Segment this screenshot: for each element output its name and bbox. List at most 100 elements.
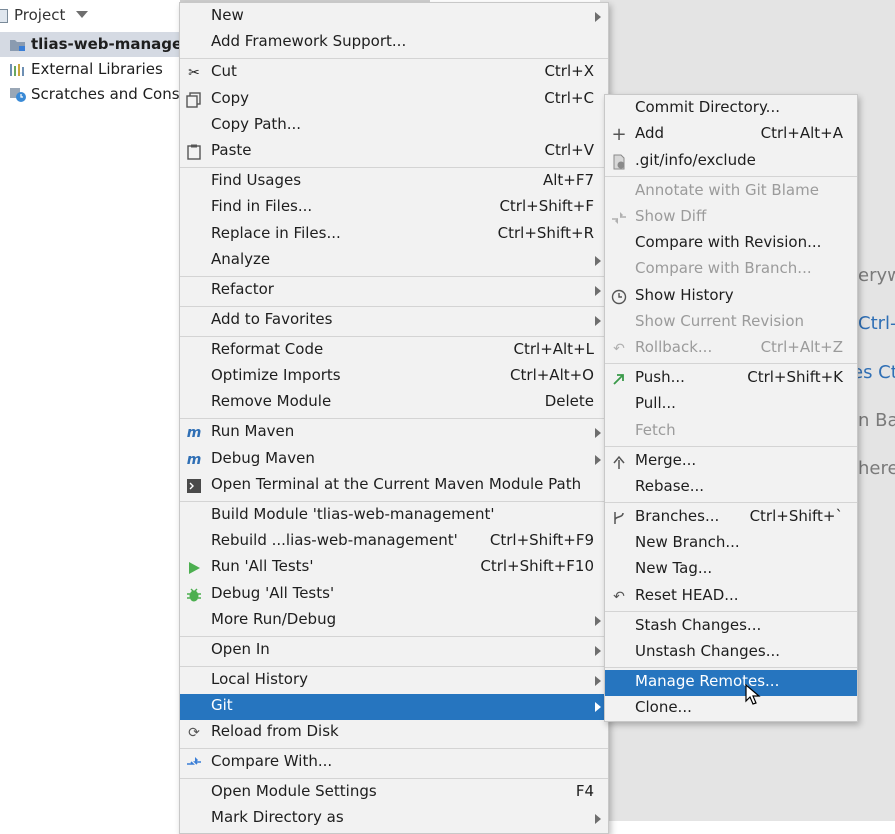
- git-item-merge[interactable]: Merge...: [605, 449, 857, 475]
- menu-item-label: Commit Directory...: [635, 98, 780, 116]
- git-item-push[interactable]: Push... Ctrl+Shift+K: [605, 366, 857, 392]
- diff-icon: [612, 212, 626, 224]
- tree-item-external-libraries[interactable]: External Libraries: [0, 57, 180, 82]
- debug-bug-icon: [187, 588, 201, 602]
- menu-item-debug-all-tests[interactable]: Debug 'All Tests': [180, 582, 608, 608]
- git-item-new-branch[interactable]: New Branch...: [605, 531, 857, 557]
- menu-item-reformat-code[interactable]: Reformat Code Ctrl+Alt+L: [180, 338, 608, 364]
- git-item-clone[interactable]: Clone...: [605, 696, 857, 722]
- history-clock-icon: [611, 289, 627, 305]
- git-item-branches[interactable]: Branches... Ctrl+Shift+`: [605, 505, 857, 531]
- menu-item-shortcut: Delete: [544, 392, 594, 410]
- push-arrow-icon: [613, 374, 624, 385]
- maven-run-icon: m: [186, 425, 202, 441]
- menu-item-copy[interactable]: Copy Ctrl+C: [180, 87, 608, 113]
- tree-item-label: External Libraries: [31, 60, 163, 78]
- menu-item-label: Annotate with Git Blame: [635, 181, 819, 199]
- menu-separator: [180, 276, 608, 277]
- menu-item-label: Add: [635, 124, 665, 142]
- menu-item-shortcut: Ctrl+Shift+R: [497, 224, 594, 242]
- menu-item-shortcut: Ctrl+X: [544, 62, 594, 80]
- menu-item-refactor[interactable]: Refactor: [180, 278, 608, 304]
- menu-item-shortcut: Ctrl+Shift+F10: [480, 557, 594, 575]
- menu-item-new[interactable]: New: [180, 4, 608, 30]
- menu-item-open-terminal-maven[interactable]: Open Terminal at the Current Maven Modul…: [180, 473, 608, 499]
- submenu-arrow-icon: [595, 428, 601, 438]
- menu-item-replace-in-files[interactable]: Replace in Files... Ctrl+Shift+R: [180, 222, 608, 248]
- git-item-add[interactable]: + Add Ctrl+Alt+A: [605, 122, 857, 148]
- menu-item-label: Optimize Imports: [211, 366, 341, 384]
- menu-item-build-module[interactable]: Build Module 'tlias-web-management': [180, 503, 608, 529]
- menu-item-label: Analyze: [211, 250, 271, 268]
- git-item-stash-changes[interactable]: Stash Changes...: [605, 614, 857, 640]
- menu-item-label: Show History: [635, 286, 734, 304]
- menu-item-paste[interactable]: Paste Ctrl+V: [180, 139, 608, 165]
- menu-item-open-in[interactable]: Open In: [180, 638, 608, 664]
- git-item-gitignore-exclude[interactable]: .git/info/exclude: [605, 149, 857, 175]
- libraries-icon: [10, 64, 24, 76]
- menu-item-git[interactable]: Git: [180, 694, 608, 720]
- menu-item-run-all-tests[interactable]: Run 'All Tests' Ctrl+Shift+F10: [180, 555, 608, 581]
- menu-item-analyze[interactable]: Analyze: [180, 248, 608, 274]
- project-icon: [0, 9, 8, 23]
- editor-hint-shortcut: es Ct: [852, 362, 895, 383]
- submenu-arrow-icon: [595, 814, 601, 824]
- menu-item-shortcut: Ctrl+Alt+O: [510, 366, 594, 384]
- menu-item-shortcut: Ctrl+Shift+`: [749, 507, 843, 525]
- menu-item-open-module-settings[interactable]: Open Module Settings F4: [180, 780, 608, 806]
- menu-item-label: New Tag...: [635, 559, 713, 577]
- menu-item-rebuild-module[interactable]: Rebuild ...lias-web-management' Ctrl+Shi…: [180, 529, 608, 555]
- scratches-icon: [10, 88, 26, 102]
- mouse-cursor-icon: [745, 684, 761, 705]
- menu-item-find-in-files[interactable]: Find in Files... Ctrl+Shift+F: [180, 195, 608, 221]
- menu-item-label: Rebuild ...lias-web-management': [211, 531, 458, 549]
- menu-item-remove-module[interactable]: Remove Module Delete: [180, 390, 608, 416]
- menu-item-local-history[interactable]: Local History: [180, 668, 608, 694]
- menu-item-label: Compare With...: [211, 752, 333, 770]
- menu-item-cut[interactable]: ✂ Cut Ctrl+X: [180, 60, 608, 86]
- menu-item-more-run-debug[interactable]: More Run/Debug: [180, 608, 608, 634]
- tree-item-module[interactable]: tlias-web-management: [0, 32, 180, 57]
- git-item-reset-head[interactable]: ↶ Reset HEAD...: [605, 584, 857, 610]
- project-view-selector[interactable]: Project: [0, 0, 180, 30]
- menu-item-run-maven[interactable]: m Run Maven: [180, 420, 608, 446]
- menu-item-label: Add to Favorites: [211, 310, 333, 328]
- tree-item-scratches[interactable]: Scratches and Consoles: [0, 82, 180, 107]
- menu-item-compare-with[interactable]: Compare With...: [180, 750, 608, 776]
- git-item-show-history[interactable]: Show History: [605, 284, 857, 310]
- menu-item-label: Paste: [211, 141, 252, 159]
- menu-item-label: Run Maven: [211, 422, 295, 440]
- branch-icon: [614, 512, 624, 524]
- submenu-arrow-icon: [595, 12, 601, 22]
- menu-item-label: .git/info/exclude: [635, 151, 756, 169]
- git-item-show-current-revision[interactable]: Show Current Revision: [605, 310, 857, 336]
- git-item-show-diff[interactable]: Show Diff: [605, 205, 857, 231]
- menu-item-label: Rebase...: [635, 477, 705, 495]
- chevron-down-icon[interactable]: [76, 11, 88, 18]
- menu-item-mark-directory-as[interactable]: Mark Directory as: [180, 806, 608, 832]
- git-item-pull[interactable]: Pull...: [605, 392, 857, 418]
- git-item-new-tag[interactable]: New Tag...: [605, 557, 857, 583]
- menu-item-debug-maven[interactable]: m Debug Maven: [180, 447, 608, 473]
- menu-item-label: Add Framework Support...: [211, 32, 407, 50]
- menu-item-reload-from-disk[interactable]: ⟳ Reload from Disk: [180, 720, 608, 746]
- menu-item-add-framework-support[interactable]: Add Framework Support...: [180, 30, 608, 56]
- git-item-manage-remotes[interactable]: Manage Remotes...: [605, 670, 857, 696]
- git-item-commit-directory[interactable]: Commit Directory...: [605, 96, 857, 122]
- menu-item-label: Clone...: [635, 698, 692, 716]
- git-item-rebase[interactable]: Rebase...: [605, 475, 857, 501]
- git-item-annotate-blame[interactable]: Annotate with Git Blame: [605, 179, 857, 205]
- git-submenu: Commit Directory... + Add Ctrl+Alt+A .gi…: [604, 94, 858, 722]
- git-item-fetch[interactable]: Fetch: [605, 419, 857, 445]
- git-item-unstash-changes[interactable]: Unstash Changes...: [605, 640, 857, 666]
- menu-item-add-to-favorites[interactable]: Add to Favorites: [180, 308, 608, 334]
- menu-item-label: Show Current Revision: [635, 312, 805, 330]
- menu-item-find-usages[interactable]: Find Usages Alt+F7: [180, 169, 608, 195]
- menu-item-copy-path[interactable]: Copy Path...: [180, 113, 608, 139]
- git-item-rollback[interactable]: ↶ Rollback... Ctrl+Alt+Z: [605, 336, 857, 362]
- git-item-compare-with-revision[interactable]: Compare with Revision...: [605, 231, 857, 257]
- submenu-arrow-icon: [595, 676, 601, 686]
- menu-separator: [180, 306, 608, 307]
- menu-item-optimize-imports[interactable]: Optimize Imports Ctrl+Alt+O: [180, 364, 608, 390]
- git-item-compare-with-branch[interactable]: Compare with Branch...: [605, 257, 857, 283]
